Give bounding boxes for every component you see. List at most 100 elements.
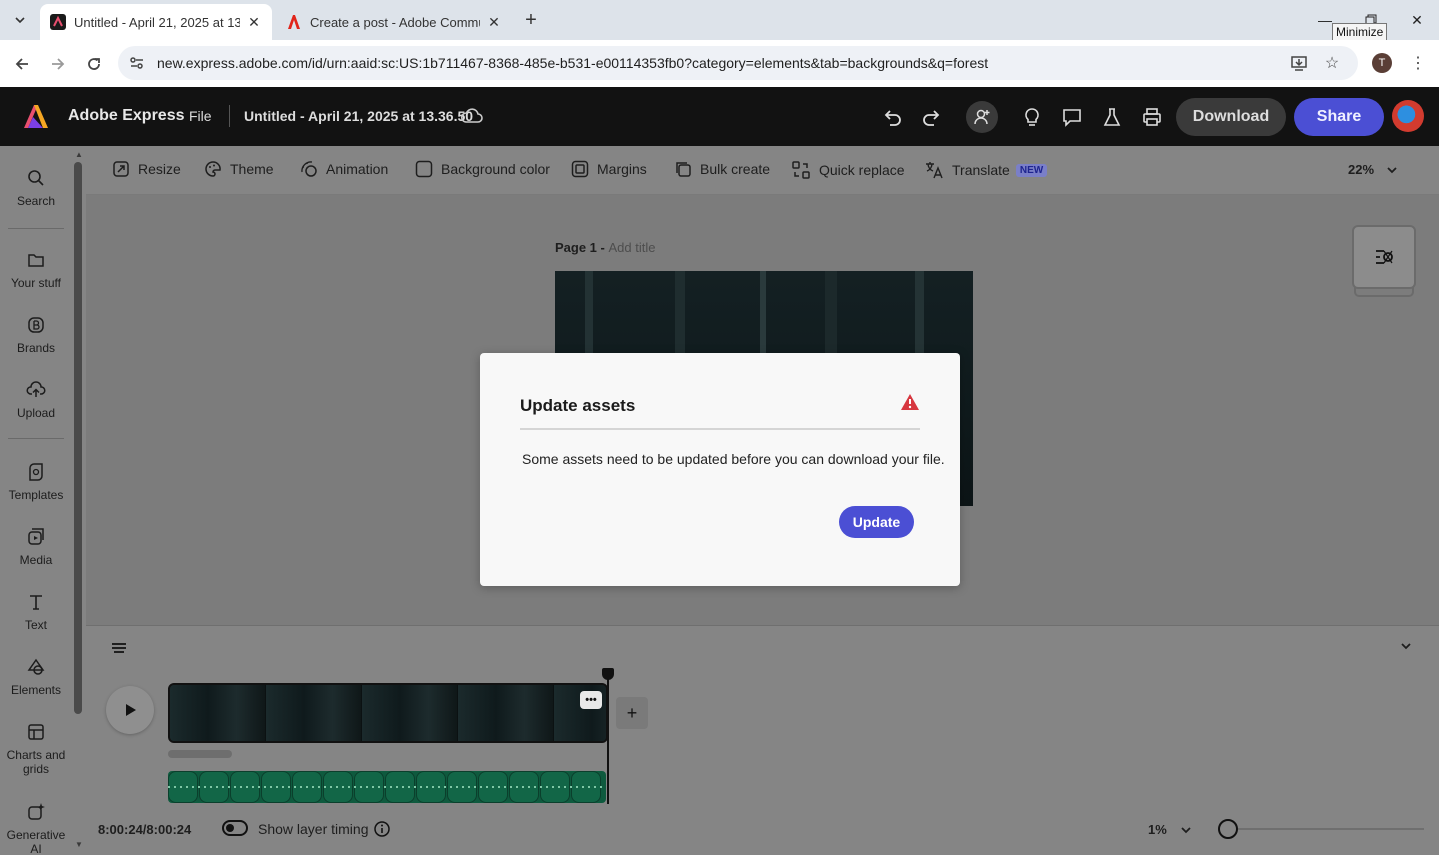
audio-track[interactable] xyxy=(168,771,606,803)
theme-button[interactable]: Theme xyxy=(204,160,274,178)
clip-more-options-icon[interactable]: ••• xyxy=(580,691,602,709)
margins-button[interactable]: Margins xyxy=(571,160,647,178)
profile-avatar[interactable]: T xyxy=(1372,53,1392,73)
zoom-level[interactable]: 22% xyxy=(1348,162,1374,177)
reload-button[interactable] xyxy=(82,52,106,76)
bulk-create-button[interactable]: Bulk create xyxy=(674,160,770,178)
pages-panel-button[interactable] xyxy=(1352,225,1416,289)
forward-button[interactable] xyxy=(46,52,70,76)
tab-search-button[interactable] xyxy=(8,8,32,32)
site-settings-icon[interactable] xyxy=(128,54,146,72)
layer-timing-label: Show layer timing xyxy=(258,821,369,837)
reload-icon xyxy=(88,58,100,70)
cloud-sync-icon[interactable] xyxy=(460,105,484,127)
sidebar-item-text[interactable]: Text xyxy=(0,592,72,632)
left-sidebar: Search Your stuff Brands Upload Template… xyxy=(0,146,86,855)
margins-icon xyxy=(571,160,589,178)
chevron-down-icon[interactable] xyxy=(1386,164,1398,176)
document-title[interactable]: Untitled - April 21, 2025 at 13.36.50 xyxy=(244,108,473,124)
scroll-up-arrow[interactable]: ▲ xyxy=(74,150,84,159)
sidebar-item-label: Generative AI xyxy=(6,828,66,855)
sidebar-item-your-stuff[interactable]: Your stuff xyxy=(0,250,72,290)
info-icon[interactable] xyxy=(373,820,391,838)
add-clip-button[interactable]: + xyxy=(616,697,648,729)
close-tab-icon[interactable]: ✕ xyxy=(486,14,502,31)
sidebar-item-elements[interactable]: Elements xyxy=(0,657,72,697)
adobe-express-icon xyxy=(50,14,66,30)
new-tab-button[interactable]: + xyxy=(520,8,542,32)
layer-timing-toggle[interactable] xyxy=(222,820,248,836)
clip-frame xyxy=(170,685,266,741)
page-label: Page 1 - Add title xyxy=(555,240,655,255)
adobe-express-logo[interactable] xyxy=(22,103,50,129)
comments-button[interactable] xyxy=(1058,103,1086,131)
adobe-icon xyxy=(286,14,302,30)
sidebar-item-generative-ai[interactable]: Generative AI xyxy=(0,802,72,855)
sidebar-item-brands[interactable]: Brands xyxy=(0,315,72,355)
update-button[interactable]: Update xyxy=(839,506,914,538)
labs-button[interactable] xyxy=(1098,103,1126,131)
chevron-down-icon[interactable] xyxy=(1400,640,1412,652)
tool-label: Translate xyxy=(952,162,1010,178)
resize-button[interactable]: Resize xyxy=(112,160,181,178)
dialog-message: Some assets need to be updated before yo… xyxy=(522,451,945,467)
tab-title: Untitled - April 21, 2025 at 13.3 xyxy=(74,14,240,30)
timeline-zoom-slider[interactable] xyxy=(1228,828,1424,830)
sidebar-item-label: Templates xyxy=(8,488,64,502)
timeline-handle-icon[interactable] xyxy=(110,640,128,654)
timeline-zoom-level[interactable]: 1% xyxy=(1148,822,1167,837)
undo-button[interactable] xyxy=(878,103,906,131)
clip-duration-bar xyxy=(168,750,232,758)
file-menu[interactable]: File xyxy=(189,108,212,124)
dialog-title: Update assets xyxy=(520,396,636,415)
back-button[interactable] xyxy=(10,52,34,76)
address-bar[interactable]: new.express.adobe.com/id/urn:aaid:sc:US:… xyxy=(118,46,1358,80)
chevron-down-icon[interactable] xyxy=(1180,824,1192,836)
install-app-icon[interactable] xyxy=(1288,52,1310,74)
timeline-panel: ••• + 8:00:24/8:00:24 Show layer timing … xyxy=(86,625,1439,855)
browser-tab-express[interactable]: Untitled - April 21, 2025 at 13.3 ✕ xyxy=(40,4,272,40)
browser-tab-community[interactable]: Create a post - Adobe Commun ✕ xyxy=(276,4,512,40)
sidebar-item-label: Upload xyxy=(16,406,56,420)
sidebar-item-templates[interactable]: Templates xyxy=(0,462,72,502)
animation-button[interactable]: Animation xyxy=(300,160,388,178)
tool-label: Margins xyxy=(597,161,647,177)
templates-icon xyxy=(29,463,43,481)
close-window-button[interactable]: ✕ xyxy=(1402,6,1432,34)
clip-frame xyxy=(266,685,362,741)
user-avatar[interactable] xyxy=(1392,100,1424,132)
playhead[interactable] xyxy=(607,674,609,804)
playhead-handle[interactable] xyxy=(602,668,614,680)
download-button[interactable]: Download xyxy=(1176,98,1286,136)
quick-replace-button[interactable]: Quick replace xyxy=(791,160,905,180)
redo-button[interactable] xyxy=(918,103,946,131)
video-clip[interactable]: ••• xyxy=(168,683,608,743)
print-button[interactable] xyxy=(1138,103,1166,131)
sidebar-item-media[interactable]: Media xyxy=(0,527,72,567)
time-readout: 8:00:24/8:00:24 xyxy=(98,822,192,837)
inspiration-button[interactable] xyxy=(1018,103,1046,131)
generative-icon xyxy=(28,803,45,820)
translate-button[interactable]: Translate NEW xyxy=(924,160,1048,180)
elements-icon xyxy=(27,658,45,675)
background-color-button[interactable]: Background color xyxy=(415,160,550,178)
sidebar-divider xyxy=(8,228,64,229)
sidebar-item-upload[interactable]: Upload xyxy=(0,380,72,420)
close-tab-icon[interactable]: ✕ xyxy=(246,14,262,31)
bookmark-star-icon[interactable]: ☆ xyxy=(1321,52,1343,74)
url-text: new.express.adobe.com/id/urn:aaid:sc:US:… xyxy=(157,55,989,71)
tool-label: Animation xyxy=(326,161,389,177)
share-button[interactable]: Share xyxy=(1294,98,1384,136)
tool-label: Bulk create xyxy=(700,161,771,177)
sidebar-scrollbar[interactable] xyxy=(74,162,82,714)
play-button[interactable] xyxy=(106,686,154,734)
scroll-down-arrow[interactable]: ▼ xyxy=(74,840,84,849)
sidebar-item-charts-and-grids[interactable]: Charts and grids xyxy=(0,722,72,776)
sidebar-item-search[interactable]: Search xyxy=(0,168,72,208)
add-title-link[interactable]: Add title xyxy=(608,240,655,255)
timeline-zoom-slider-thumb[interactable] xyxy=(1218,819,1238,839)
browser-menu-icon[interactable]: ⋮ xyxy=(1410,52,1426,74)
invite-collaborator-button[interactable] xyxy=(966,101,998,133)
text-icon xyxy=(30,595,42,610)
add-user-icon xyxy=(974,109,990,125)
